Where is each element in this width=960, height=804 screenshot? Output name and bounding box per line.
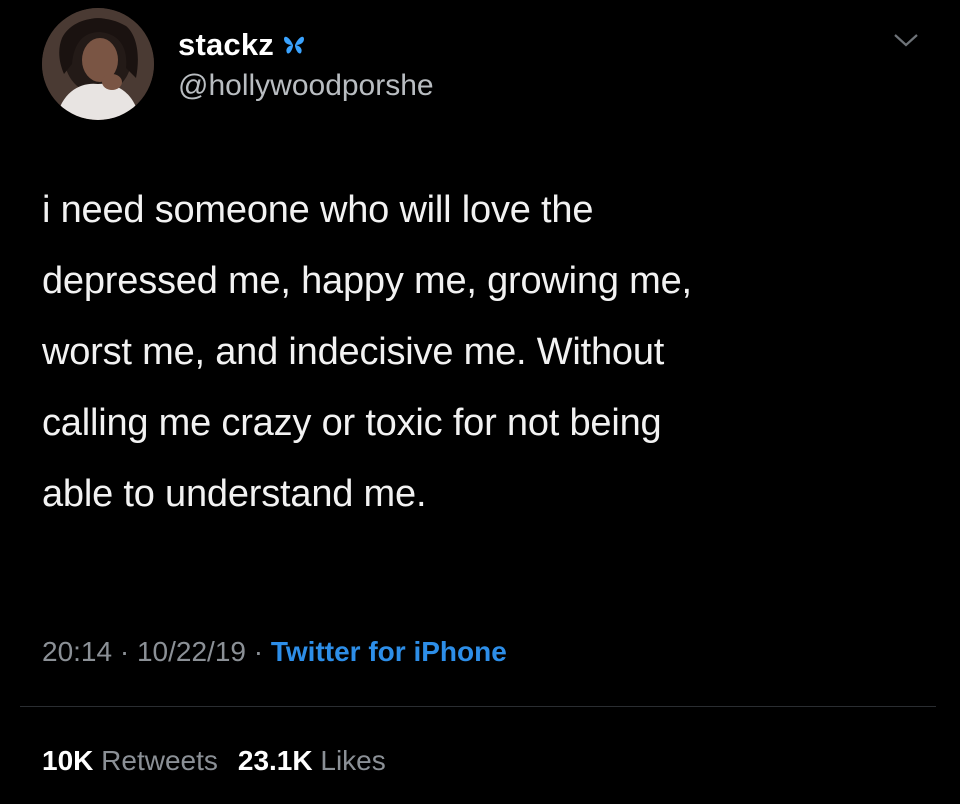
tweet-stats: 10K Retweets 23.1K Likes	[42, 745, 386, 777]
retweets-count: 10K	[42, 745, 94, 776]
meta-separator: ·	[245, 636, 271, 667]
likes-stat[interactable]: 23.1K Likes	[238, 745, 386, 776]
meta-separator: ·	[112, 636, 137, 667]
tweet-source-link[interactable]: Twitter for iPhone	[271, 636, 507, 667]
retweets-label: Retweets	[101, 745, 218, 776]
tweet-time: 20:14	[42, 636, 113, 667]
tweet-date: 10/22/19	[136, 636, 246, 667]
retweets-stat[interactable]: 10K Retweets	[42, 745, 218, 776]
display-name[interactable]: stackz	[178, 27, 274, 63]
likes-label: Likes	[320, 745, 386, 776]
tweet-text: i need someone who will love the depress…	[42, 189, 692, 515]
butterfly-icon	[282, 33, 306, 57]
tweet-card: stackz @hollywoodporshe i need someone w…	[0, 0, 960, 804]
user-handle[interactable]: @hollywoodporshe	[178, 69, 434, 103]
likes-count: 23.1K	[237, 745, 313, 776]
divider	[20, 706, 936, 707]
tweet-header: stackz @hollywoodporshe	[42, 8, 434, 120]
avatar[interactable]	[42, 8, 154, 120]
user-names: stackz @hollywoodporshe	[178, 27, 434, 103]
avatar-photo-icon	[42, 8, 154, 120]
chevron-down-icon[interactable]	[892, 30, 920, 50]
tweet-meta: 20:14 · 10/22/19 · Twitter for iPhone	[42, 636, 507, 668]
display-name-row: stackz	[178, 27, 434, 63]
